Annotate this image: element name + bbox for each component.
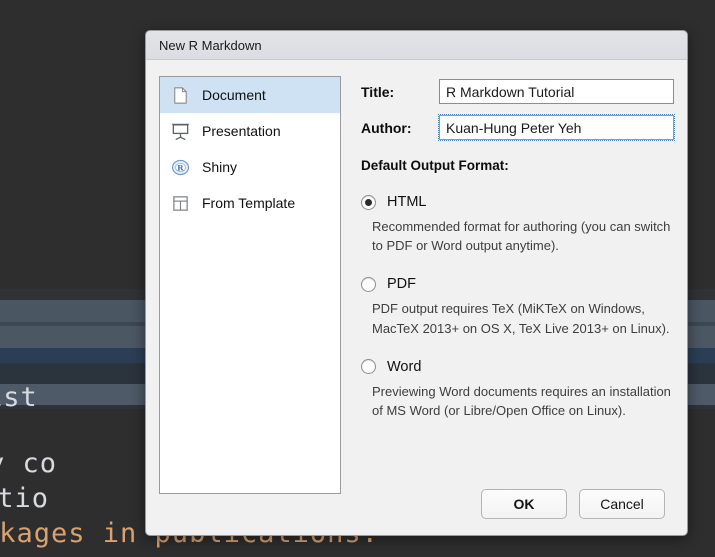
title-input[interactable] [439,79,674,104]
format-option-description: PDF output requires TeX (MiKTeX on Windo… [372,301,670,336]
format-option-label: Word [387,358,422,375]
type-list-item-document[interactable]: Document [160,77,340,113]
format-option-html[interactable]: HTML Recommended format for authoring (yo… [361,194,674,255]
editor-code-line: ist [0,382,38,413]
new-r-markdown-dialog: New R Markdown Document Presentation R Shin… [145,30,688,536]
author-label: Author: [361,119,412,136]
format-option-word[interactable]: Word Previewing Word documents requires a… [361,359,674,420]
editor-code-line: y co [0,448,58,479]
dialog-titlebar: New R Markdown [146,31,687,60]
format-option-header[interactable]: PDF [361,276,674,292]
title-label: Title: [361,83,395,100]
cancel-button[interactable]: Cancel [579,489,665,519]
type-list-item-from-template[interactable]: From Template [160,185,340,221]
shiny-r-icon: R [170,157,191,178]
output-format-radio-group[interactable]: HTML Recommended format for authoring (yo… [361,194,674,420]
radio-pdf-icon[interactable] [361,276,376,292]
type-list-item-label: From Template [202,195,296,211]
title-field-row: Title: [361,79,674,104]
format-option-label: PDF [387,276,416,293]
format-option-header[interactable]: Word [361,359,674,375]
ok-button[interactable]: OK [481,489,567,519]
document-icon [170,85,191,106]
dialog-body: Document Presentation R Shiny From Template … [146,60,687,494]
radio-html-icon[interactable] [361,194,376,210]
format-option-header[interactable]: HTML [361,194,674,210]
template-icon [170,193,191,214]
type-list-item-shiny[interactable]: R Shiny [160,149,340,185]
format-option-description: Recommended format for authoring (you ca… [372,219,671,254]
presentation-icon [170,121,191,142]
type-list-item-presentation[interactable]: Presentation [160,113,340,149]
type-list-item-label: Presentation [202,123,281,139]
editor-code-line: atio [0,483,50,514]
format-option-pdf[interactable]: PDF PDF output requires TeX (MiKTeX on Wi… [361,276,674,337]
radio-word-icon[interactable] [361,359,376,375]
format-option-label: HTML [387,194,427,210]
dialog-title: New R Markdown [159,37,262,53]
default-output-format-heading: Default Output Format: [361,158,509,173]
format-option-description: Previewing Word documents requires an in… [372,383,671,419]
document-type-list[interactable]: Document Presentation R Shiny From Template [159,76,341,494]
type-list-item-label: Shiny [202,159,238,175]
svg-text:R: R [177,162,184,172]
author-field-row: Author: [361,114,675,141]
form-pane: Title: Author: Default Output Format: HT… [361,76,675,473]
dialog-footer: OK Cancel [146,473,687,535]
type-list-item-label: Document [202,87,266,103]
author-input[interactable] [438,114,675,141]
